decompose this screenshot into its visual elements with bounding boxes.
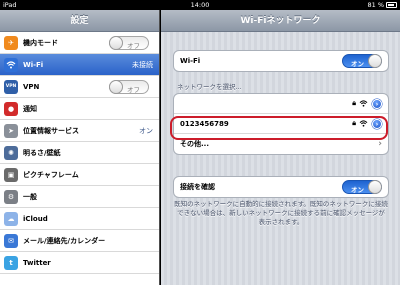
picture-frame-icon: ▣ [4, 167, 18, 182]
airplane-mode-toggle[interactable]: オフ [109, 36, 149, 50]
network-row[interactable]: 🔒︎ › [174, 94, 388, 114]
wifi-toggle-group: Wi-Fi オン [173, 50, 389, 72]
sidebar-item-brightness[interactable]: ✺ 明るさ/壁紙 [0, 142, 159, 164]
toggle-knob [109, 80, 123, 94]
wifi-signal-icon [359, 100, 368, 107]
sidebar-item-label: 一般 [23, 192, 37, 201]
vpn-icon: VPN [4, 79, 18, 94]
page-title: Wi-Fiネットワーク [161, 10, 400, 32]
sidebar-item-airplane-mode[interactable]: ✈ 機内モード オフ [0, 32, 159, 54]
sidebar-item-icloud[interactable]: ☁ iCloud [0, 208, 159, 230]
sidebar-item-mail[interactable]: ✉ メール/連絡先/カレンダー [0, 230, 159, 252]
sidebar-item-wifi[interactable]: Wi-Fi 未接続 [0, 54, 159, 76]
wifi-detail-panel: Wi-Fiネットワーク Wi-Fi オン ネットワークを選択... 🔒︎ › 0… [161, 10, 400, 285]
toggle-label: オン [351, 60, 364, 68]
chevron-right-icon: › [378, 139, 382, 149]
twitter-icon: t [4, 255, 18, 270]
gear-icon: ⚙ [4, 189, 18, 204]
ask-join-toggle[interactable]: オン [342, 180, 382, 194]
sidebar-item-label: 通知 [23, 104, 37, 113]
sidebar-item-general[interactable]: ⚙ 一般 [0, 186, 159, 208]
sidebar-item-notifications[interactable]: ● 通知 [0, 98, 159, 120]
brightness-icon: ✺ [4, 145, 18, 160]
toggle-label: オフ [127, 42, 140, 50]
sidebar-item-label: メール/連絡先/カレンダー [23, 236, 106, 245]
sidebar-item-twitter[interactable]: t Twitter [0, 252, 159, 274]
settings-sidebar: 設定 ✈ 機内モード オフ Wi-Fi 未接続 VPN VPN オフ ● 通知 … [0, 10, 160, 285]
notification-icon: ● [4, 101, 18, 116]
selected-network-highlight [170, 116, 388, 140]
airplane-icon: ✈ [4, 35, 18, 50]
status-bar: iPad 14:00 81 % [0, 0, 400, 10]
sidebar-item-label: Twitter [23, 258, 51, 267]
other-network-label: その他... [180, 140, 209, 148]
toggle-label: オフ [127, 86, 140, 94]
lock-icon: 🔒︎ [352, 99, 356, 107]
toggle-knob [368, 180, 382, 194]
toggle-label: オン [351, 186, 364, 194]
sidebar-item-label: Wi-Fi [23, 60, 44, 69]
sidebar-item-label: iCloud [23, 214, 48, 223]
cloud-icon: ☁ [4, 211, 18, 226]
sidebar-item-picture-frame[interactable]: ▣ ピクチャフレーム [0, 164, 159, 186]
ask-join-note: 既知のネットワークに自動的に接続されます。既知のネットワークに接続できない場合は… [174, 200, 388, 226]
battery-percent: 81 % [367, 1, 384, 9]
sidebar-item-label: 明るさ/壁紙 [23, 148, 61, 157]
location-icon: ➤ [4, 123, 18, 138]
sidebar-item-label: 位置情報サービス [23, 126, 79, 135]
location-status-value: オン [139, 126, 153, 135]
wifi-status-value: 未接続 [132, 60, 153, 69]
wifi-row: Wi-Fi オン [174, 51, 388, 71]
status-time: 14:00 [190, 1, 210, 9]
toggle-knob [109, 36, 123, 50]
ask-join-row: 接続を確認 オン [174, 177, 388, 197]
wifi-toggle[interactable]: オン [342, 54, 382, 68]
battery-icon [386, 2, 397, 8]
choose-network-label: ネットワークを選択... [177, 83, 242, 91]
toggle-knob [368, 54, 382, 68]
sidebar-item-vpn[interactable]: VPN VPN オフ [0, 76, 159, 98]
ask-join-group: 接続を確認 オン [173, 176, 389, 198]
mail-icon: ✉ [4, 233, 18, 248]
sidebar-title: 設定 [0, 10, 159, 32]
network-info-button[interactable]: › [372, 98, 382, 109]
sidebar-item-label: ピクチャフレーム [23, 170, 79, 179]
wifi-icon [4, 57, 18, 72]
sidebar-item-location-services[interactable]: ➤ 位置情報サービス オン [0, 120, 159, 142]
vpn-toggle[interactable]: オフ [109, 80, 149, 94]
